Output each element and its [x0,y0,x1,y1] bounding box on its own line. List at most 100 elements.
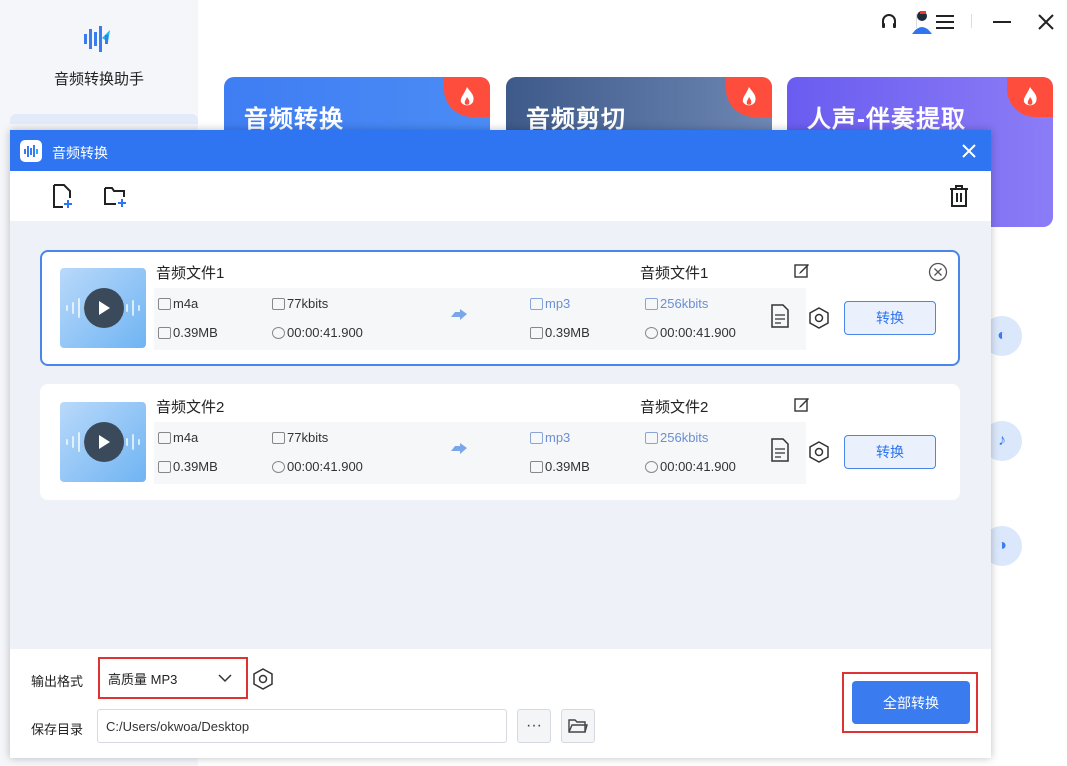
divider [916,14,917,28]
audio-thumbnail [60,402,146,482]
target-duration-value: 00:00:41.900 [660,325,736,340]
fire-icon [444,77,490,117]
source-duration: 00:00:41.900 [272,325,363,340]
card-title: 音频剪切 [526,106,626,133]
target-size: 0.39MB [530,459,590,474]
document-settings-icon[interactable] [770,438,790,462]
source-file-name: 音频文件2 [156,399,225,416]
target-file-name: 音频文件2 [640,399,709,416]
music-file-icon [158,297,171,310]
source-bitrate: 77kbits [272,296,328,311]
target-format: mp3 [530,296,570,311]
convert-dialog: 音频转换 音频文件1 音频文件1 m4a 77kbits 0.39MB 00:0… [10,130,991,758]
dialog-logo-icon [20,140,42,162]
file-row[interactable]: 音频文件2 音频文件2 m4a 77kbits 0.39MB 00:00:41.… [40,384,960,500]
target-format-value: mp3 [545,296,571,311]
output-format-select[interactable]: 高质量 MP3 [98,657,248,699]
add-folder-button[interactable] [103,183,129,209]
dialog-toolbar [10,171,991,221]
settings-icon[interactable] [808,441,830,463]
folder-icon [530,326,543,339]
sidebar-item-active[interactable] [10,114,198,124]
trash-icon[interactable] [946,183,972,209]
target-bitrate: 256kbits [645,430,708,445]
side-tile[interactable]: ◑ [982,504,1043,594]
output-format-label: 输出格式 [31,674,84,689]
music-file-icon [530,431,543,444]
file-row[interactable]: 音频文件1 音频文件1 m4a 77kbits 0.39MB 00:00:41.… [40,250,960,366]
convert-all-button[interactable]: 全部转换 [852,681,970,724]
target-size-value: 0.39MB [545,325,590,340]
folder-icon [530,460,543,473]
music-file-icon [158,431,171,444]
play-icon[interactable] [84,288,124,328]
target-bitrate-value: 256kbits [660,430,709,445]
save-directory-label: 保存目录 [31,722,84,737]
folder-icon [158,460,171,473]
source-file-name: 音频文件1 [156,265,225,282]
target-size-value: 0.39MB [545,459,590,474]
source-size-value: 0.39MB [173,459,218,474]
card-title: 音频转换 [244,106,344,133]
convert-arrow-icon [450,442,470,461]
headset-icon[interactable] [875,8,903,36]
chevron-down-icon [218,671,232,685]
dialog-title: 音频转换 [52,145,108,161]
target-duration: 00:00:41.900 [645,325,736,340]
audio-thumbnail [60,268,146,348]
bitrate-icon [645,297,658,310]
bitrate-icon [272,297,285,310]
open-folder-button[interactable] [561,709,595,743]
target-duration: 00:00:41.900 [645,459,736,474]
divider [971,14,972,28]
clock-icon [645,460,658,473]
close-icon[interactable] [1032,8,1060,36]
target-format: mp3 [530,430,570,445]
target-format-value: mp3 [545,430,571,445]
source-format: m4a [158,430,198,445]
edit-icon[interactable] [794,262,810,278]
source-format-value: m4a [173,430,199,445]
source-format: m4a [158,296,198,311]
bitrate-icon [645,431,658,444]
source-format-value: m4a [173,296,199,311]
source-size: 0.39MB [158,325,218,340]
app-name: 音频转换助手 [53,71,144,88]
minimize-icon[interactable] [988,8,1016,36]
bitrate-icon [272,431,285,444]
convert-button[interactable]: 转换 [844,435,936,469]
card-title: 人声-伴奏提取 [807,106,966,133]
file-list: 音频文件1 音频文件1 m4a 77kbits 0.39MB 00:00:41.… [10,221,991,649]
play-icon[interactable] [84,422,124,462]
side-tile[interactable]: ♪ [982,399,1043,489]
target-file-name: 音频文件1 [640,265,709,282]
target-bitrate-value: 256kbits [660,296,709,311]
app-logo-icon [78,20,116,58]
target-size: 0.39MB [530,325,590,340]
fire-icon [1007,77,1053,117]
dialog-close-icon[interactable] [956,138,982,164]
clock-icon [645,326,658,339]
save-directory-input[interactable] [97,709,507,743]
format-settings-icon[interactable] [252,668,274,690]
settings-icon[interactable] [808,307,830,329]
edit-icon[interactable] [794,396,810,412]
document-settings-icon[interactable] [770,304,790,328]
convert-arrow-icon [450,308,470,327]
convert-button[interactable]: 转换 [844,301,936,335]
clock-icon [272,460,285,473]
dialog-header: 音频转换 [10,130,991,171]
more-options-button[interactable]: ··· [517,709,551,743]
menu-icon[interactable] [931,8,959,36]
clock-icon [272,326,285,339]
source-size: 0.39MB [158,459,218,474]
side-tile[interactable]: ◐ [982,294,1043,384]
source-bitrate-value: 77kbits [287,296,329,311]
target-bitrate: 256kbits [645,296,708,311]
target-duration-value: 00:00:41.900 [660,459,736,474]
fire-icon [726,77,772,117]
add-file-button[interactable] [50,183,76,209]
source-duration-value: 00:00:41.900 [287,459,363,474]
source-duration-value: 00:00:41.900 [287,325,363,340]
remove-file-icon[interactable] [928,262,948,282]
